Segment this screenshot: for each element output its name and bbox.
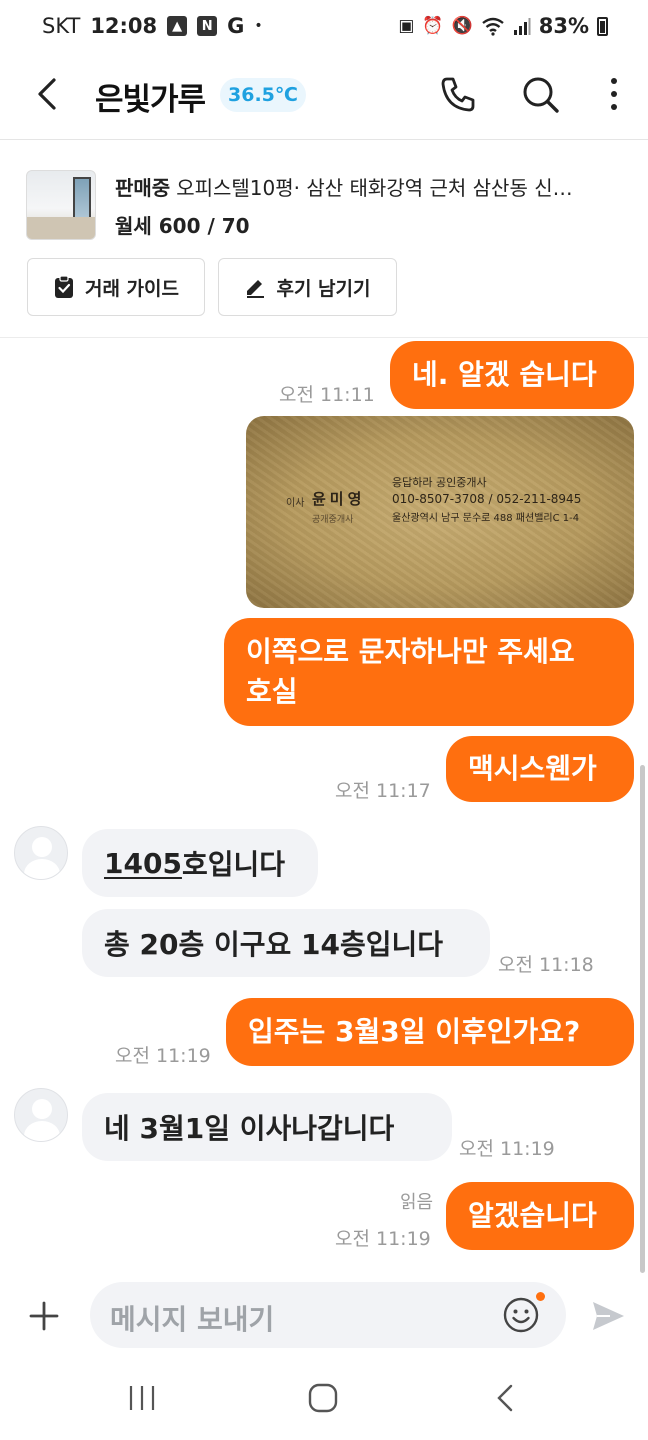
product-thumbnail[interactable] [26, 170, 96, 240]
product-title-line[interactable]: 판매중 오피스텔10평· 삼산 태화강역 근처 삼산동 신… [115, 172, 620, 201]
chat-header: 은빛가루 36.5℃ [0, 56, 648, 140]
system-navigation-bar [0, 1354, 648, 1440]
alarm-icon: ⏰ [422, 16, 444, 36]
card-office: 응답하라 공인중개사 [392, 476, 487, 489]
outgoing-message[interactable]: 맥시스웬가 [446, 736, 634, 802]
outgoing-message[interactable]: 네. 알겠 습니다 [390, 341, 634, 409]
product-card: 판매중 오피스텔10평· 삼산 태화강역 근처 삼산동 신… 월세 600 / 7… [0, 140, 648, 338]
more-vert-icon[interactable] [592, 72, 636, 116]
signal-icon [513, 18, 531, 35]
status-left: SKT 12:08 ▲ N G • [42, 14, 263, 38]
message-time: 오전 11:19 [115, 1045, 211, 1067]
status-right: ▣ ⏰ 🔇 83% [398, 14, 608, 38]
back-arrow-icon[interactable] [30, 74, 70, 114]
status-bar: SKT 12:08 ▲ N G • ▣ ⏰ 🔇 83% [0, 0, 648, 56]
avatar[interactable] [14, 1088, 68, 1142]
thumbnail-floor [27, 217, 95, 239]
message-input[interactable]: 메시지 보내기 [90, 1282, 566, 1348]
pencil-icon [247, 280, 265, 298]
naver-notification-icon: N [197, 16, 218, 36]
battery-percent: 83% [538, 14, 589, 38]
carrier-label: SKT [42, 14, 81, 38]
card-phone-numbers: 010-8507-3708 / 052-211-8945 [392, 492, 582, 506]
battery-icon [597, 16, 608, 36]
outgoing-message[interactable]: 이쪽으로 문자하나만 주세요 호실 [224, 618, 634, 726]
clock: 12:08 [90, 14, 158, 38]
message-time: 오전 11:11 [279, 384, 375, 406]
more-notifications-dot: • [254, 18, 263, 34]
write-review-label: 후기 남기기 [276, 277, 371, 300]
gallery-notification-icon: ▲ [167, 16, 188, 36]
product-price: 월세 600 / 70 [115, 214, 250, 238]
trade-guide-label: 거래 가이드 [84, 277, 179, 300]
trade-guide-button[interactable]: 거래 가이드 [27, 258, 205, 316]
message-line: 이쪽으로 문자하나만 주세요 [246, 635, 575, 668]
manner-temperature-badge[interactable]: 36.5℃ [220, 78, 306, 112]
phone-icon[interactable] [436, 72, 480, 116]
mute-icon: 🔇 [451, 16, 473, 36]
search-icon[interactable] [518, 72, 562, 116]
recent-apps-icon[interactable] [122, 1382, 162, 1414]
message-line: 호실 [246, 675, 298, 708]
message-time: 오전 11:19 [459, 1138, 555, 1160]
message-link-number[interactable]: 1405 [104, 847, 182, 880]
wifi-icon [481, 17, 504, 36]
message-time: 오전 11:19 [335, 1228, 431, 1250]
message-list[interactable]: 네. 알겠 습니다 오전 11:11 이사 윤미영 공개중개사 응답하라 공인중… [0, 338, 648, 1278]
product-status: 판매중 [115, 176, 171, 200]
google-notification-icon: G [227, 14, 245, 38]
card-subtitle: 공개중개사 [312, 515, 354, 525]
card-name: 윤미영 [312, 490, 366, 508]
message-text: 호입니다 [181, 848, 285, 881]
read-receipt: 읽음 [400, 1192, 434, 1213]
emoji-new-dot [536, 1292, 545, 1301]
emoji-icon[interactable] [502, 1296, 540, 1334]
clipboard-check-icon [54, 275, 73, 298]
send-icon[interactable] [588, 1296, 628, 1336]
outgoing-message[interactable]: 입주는 3월3일 이후인가요? [226, 998, 634, 1066]
scrollbar[interactable] [640, 765, 645, 1273]
plus-icon[interactable] [26, 1298, 62, 1334]
message-input-placeholder: 메시지 보내기 [110, 1303, 275, 1336]
product-title: 오피스텔10평· 삼산 태화강역 근처 삼산동 신… [176, 176, 573, 200]
data-saver-icon: ▣ [398, 16, 415, 36]
chat-partner-name[interactable]: 은빛가루 [95, 74, 206, 119]
nav-back-icon[interactable] [486, 1382, 526, 1414]
business-card-image[interactable]: 이사 윤미영 공개중개사 응답하라 공인중개사 010-8507-3708 / … [246, 416, 634, 608]
avatar[interactable] [14, 826, 68, 880]
write-review-button[interactable]: 후기 남기기 [218, 258, 397, 316]
message-input-bar: 메시지 보내기 [0, 1278, 648, 1354]
card-address: 울산광역시 남구 문수로 488 패션밸리C 1-4 [392, 513, 580, 524]
incoming-message[interactable]: 1405 호입니다 [82, 829, 318, 897]
message-time: 오전 11:18 [498, 954, 594, 976]
message-time: 오전 11:17 [335, 780, 431, 802]
incoming-message[interactable]: 총 20층 이구요 14층입니다 [82, 909, 490, 977]
outgoing-message[interactable]: 알겠습니다 [446, 1182, 634, 1250]
incoming-message[interactable]: 네 3월1일 이사나갑니다 [82, 1093, 452, 1161]
card-role: 이사 [286, 498, 305, 509]
home-icon[interactable] [303, 1382, 343, 1414]
